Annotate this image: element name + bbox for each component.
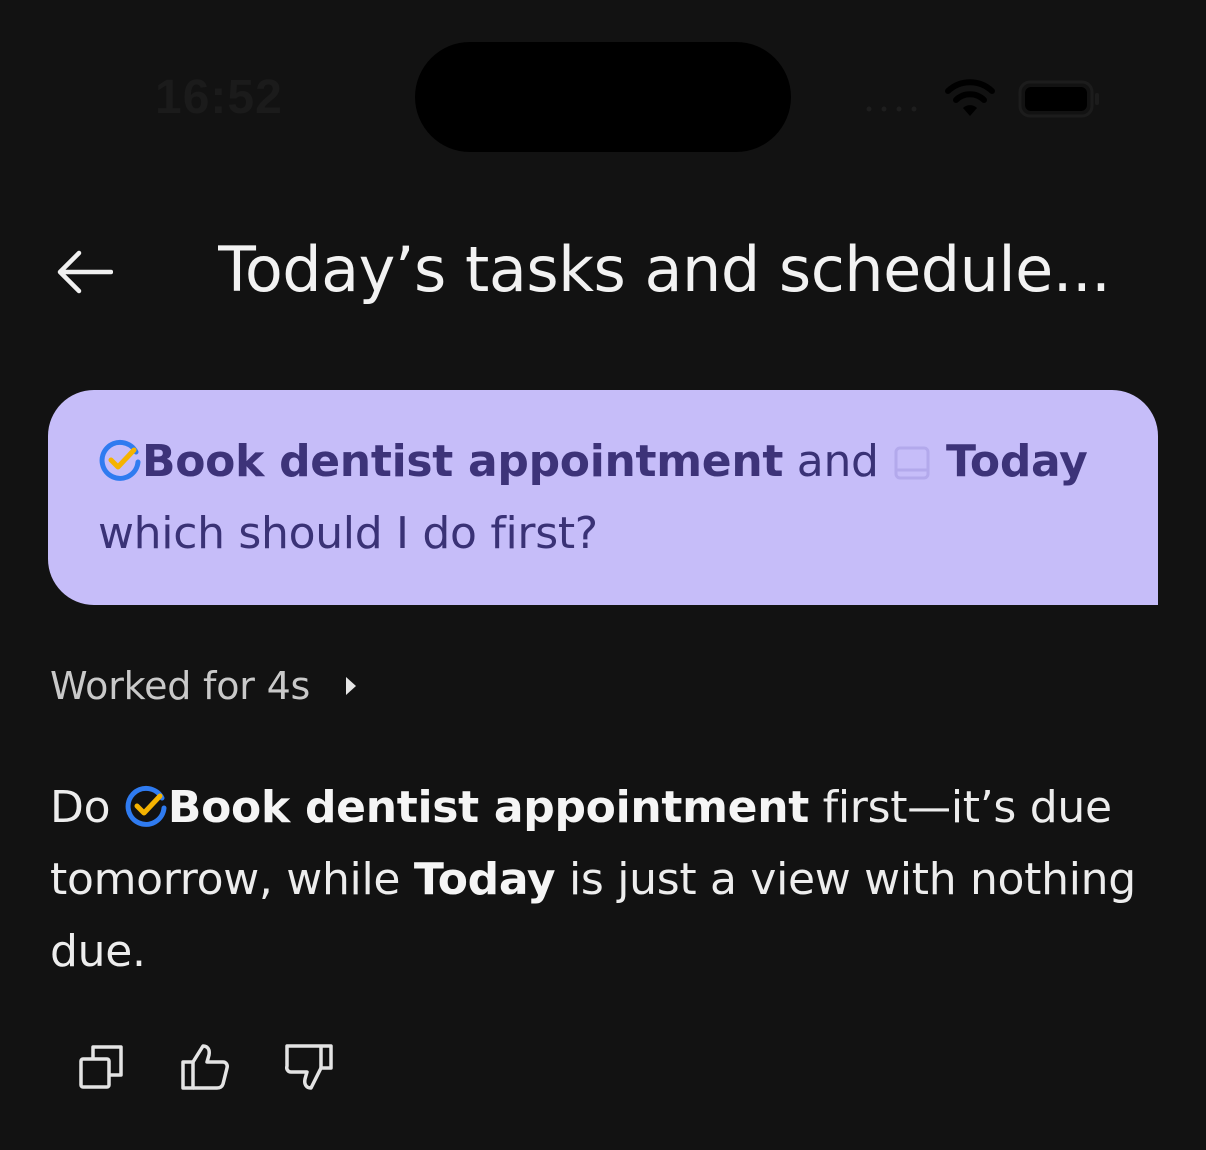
message-actions	[74, 1040, 336, 1094]
status-time: 16:52	[155, 71, 283, 124]
connector-text: and	[796, 436, 879, 487]
worked-for-label: Worked for 4s	[50, 664, 311, 708]
wifi-icon	[945, 79, 995, 116]
back-button[interactable]	[50, 240, 118, 304]
cellular-signal-icon	[866, 106, 917, 112]
worked-for-toggle[interactable]: Worked for 4s	[50, 660, 358, 712]
view-link[interactable]: Today	[946, 436, 1088, 487]
thumbs-down-icon	[285, 1044, 333, 1090]
calendar-view-icon	[894, 446, 930, 480]
dynamic-island	[415, 42, 791, 152]
task-check-icon	[99, 439, 141, 481]
like-button[interactable]	[178, 1040, 232, 1094]
dislike-button[interactable]	[282, 1040, 336, 1094]
user-message-bubble: Book dentist appointment and Today which…	[48, 390, 1158, 605]
caret-right-icon	[346, 677, 357, 695]
task-link[interactable]: Book dentist appointment	[142, 436, 783, 487]
answer-lead: Do	[50, 782, 111, 833]
answer-task-link[interactable]: Book dentist appointment	[168, 782, 809, 833]
task-check-icon	[125, 785, 167, 827]
page-title: Today’s tasks and schedule...	[218, 233, 1111, 306]
assistant-answer: Do Book dentist appointment first—it’s d…	[50, 772, 1160, 988]
arrow-left-icon	[57, 250, 113, 294]
copy-icon	[79, 1045, 123, 1089]
copy-button[interactable]	[74, 1040, 128, 1094]
answer-view-link[interactable]: Today	[414, 854, 556, 905]
thumbs-up-icon	[181, 1044, 229, 1090]
battery-icon	[1018, 80, 1099, 118]
question-text: which should I do first?	[98, 508, 598, 559]
